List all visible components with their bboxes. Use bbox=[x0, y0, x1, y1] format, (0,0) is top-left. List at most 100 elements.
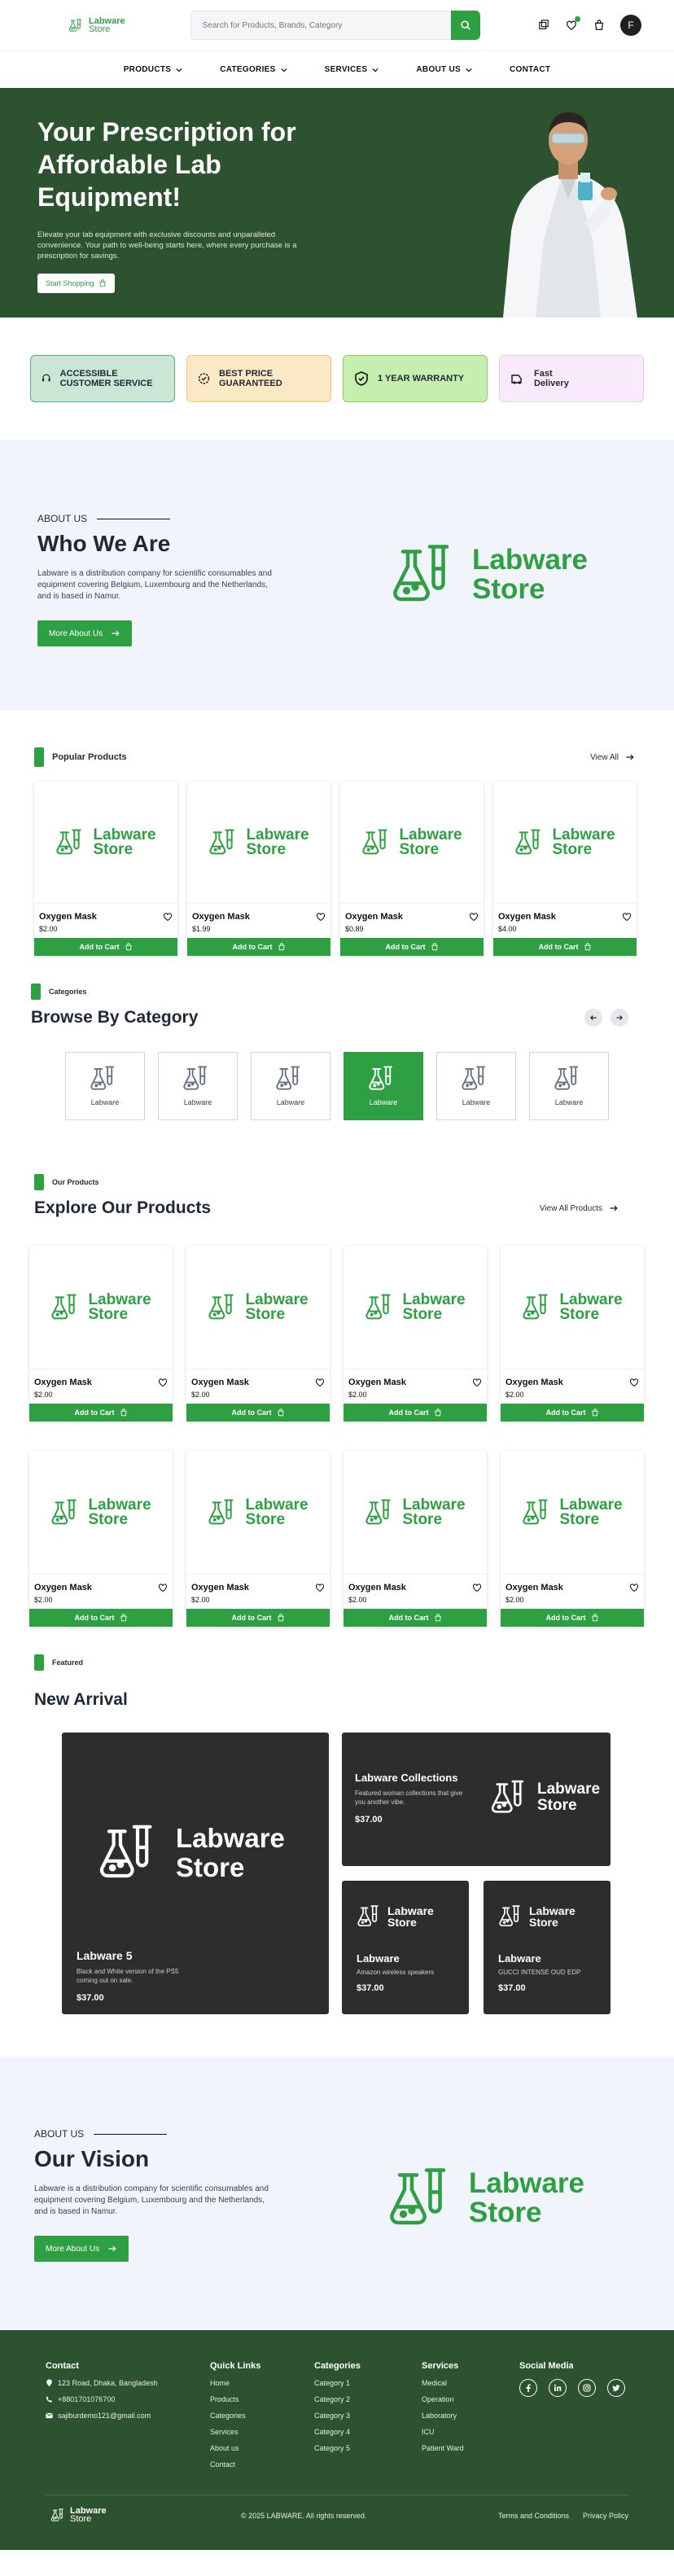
vision-more-button[interactable]: More About Us bbox=[34, 2236, 129, 2262]
product-card[interactable]: Labware Store Oxygen Mask $2.00 Add to Cart bbox=[186, 1451, 330, 1627]
product-card[interactable]: Labware Store Oxygen Mask $0.89 Add to Cart bbox=[340, 782, 484, 956]
nav-services[interactable]: SERVICES bbox=[325, 65, 379, 74]
add-to-cart-button[interactable]: Add to Cart bbox=[186, 1609, 330, 1627]
product-card[interactable]: Labware Store Oxygen Mask $2.00 Add to Cart bbox=[29, 1451, 173, 1627]
heart-icon[interactable] bbox=[158, 1583, 168, 1592]
add-to-cart-button[interactable]: Add to Cart bbox=[187, 938, 330, 956]
footer-category-link[interactable]: Category 2 bbox=[314, 2395, 361, 2403]
product-card[interactable]: Labware Store Oxygen Mask $2.00 Add to Cart bbox=[34, 782, 177, 956]
product-image[interactable]: Labware Store bbox=[29, 1246, 173, 1369]
heart-icon[interactable] bbox=[315, 1583, 325, 1592]
prev-arrow-button[interactable] bbox=[584, 1009, 602, 1027]
heart-icon[interactable] bbox=[472, 1378, 482, 1387]
heart-icon[interactable] bbox=[315, 1378, 325, 1387]
search-button[interactable] bbox=[451, 11, 480, 40]
product-card[interactable]: Labware Store Oxygen Mask $4.00 Add to Cart bbox=[493, 782, 637, 956]
product-name[interactable]: Oxygen Mask bbox=[505, 1378, 563, 1387]
brand-logo[interactable]: Labware Store bbox=[68, 17, 125, 34]
twitter-icon[interactable] bbox=[607, 2379, 625, 2397]
product-name[interactable]: Oxygen Mask bbox=[191, 1583, 249, 1592]
category-item[interactable]: Labware bbox=[65, 1052, 145, 1120]
product-name[interactable]: Oxygen Mask bbox=[191, 1378, 249, 1387]
product-image[interactable]: Labware Store bbox=[501, 1246, 644, 1369]
heart-icon[interactable] bbox=[629, 1583, 639, 1592]
product-card[interactable]: Labware Store Oxygen Mask $2.00 Add to Cart bbox=[344, 1451, 487, 1627]
footer-email[interactable]: sajiburdemo121@gmail.com bbox=[58, 2412, 151, 2420]
add-to-cart-button[interactable]: Add to Cart bbox=[501, 1609, 644, 1627]
footer-service-link[interactable]: Laboratory bbox=[422, 2412, 464, 2420]
cart-icon[interactable] bbox=[593, 19, 606, 32]
search-input[interactable] bbox=[190, 11, 451, 40]
small-card-2[interactable]: Labware Store Labware GUCCI INTENSE OUD E… bbox=[484, 1881, 611, 2014]
footer-quick-link[interactable]: Home bbox=[210, 2379, 260, 2387]
product-card[interactable]: Labware Store Oxygen Mask $2.00 Add to Cart bbox=[501, 1246, 644, 1422]
product-card[interactable]: Labware Store Oxygen Mask $1.99 Add to Cart bbox=[187, 782, 330, 956]
product-image[interactable]: Labware Store bbox=[501, 1451, 644, 1575]
footer-category-link[interactable]: Category 4 bbox=[314, 2428, 361, 2436]
footer-category-link[interactable]: Category 3 bbox=[314, 2412, 361, 2420]
next-arrow-button[interactable] bbox=[611, 1009, 628, 1027]
add-to-cart-button[interactable]: Add to Cart bbox=[29, 1609, 173, 1627]
footer-category-link[interactable]: Category 5 bbox=[314, 2444, 361, 2452]
facebook-icon[interactable] bbox=[519, 2379, 537, 2397]
instagram-icon[interactable] bbox=[578, 2379, 596, 2397]
add-to-cart-button[interactable]: Add to Cart bbox=[344, 1609, 487, 1627]
privacy-link[interactable]: Privacy Policy bbox=[583, 2512, 628, 2520]
footer-service-link[interactable]: Medical bbox=[422, 2379, 464, 2387]
product-name[interactable]: Oxygen Mask bbox=[348, 1378, 406, 1387]
small-card-1[interactable]: Labware Store Labware Amazon wireless spe… bbox=[342, 1881, 469, 2014]
heart-icon[interactable] bbox=[469, 912, 479, 922]
heart-icon[interactable] bbox=[629, 1378, 639, 1387]
product-name[interactable]: Oxygen Mask bbox=[498, 912, 556, 922]
start-shopping-button[interactable]: Start Shopping bbox=[37, 274, 115, 293]
view-all-link[interactable]: View All bbox=[590, 752, 635, 762]
category-item[interactable]: Labware bbox=[344, 1052, 423, 1120]
product-name[interactable]: Oxygen Mask bbox=[34, 1583, 92, 1592]
add-to-cart-button[interactable]: Add to Cart bbox=[29, 1404, 173, 1422]
wishlist-heart-icon[interactable] bbox=[565, 16, 580, 32]
footer-service-link[interactable]: ICU bbox=[422, 2428, 464, 2436]
product-image[interactable]: Labware Store bbox=[344, 1246, 487, 1369]
footer-quick-link[interactable]: Categories bbox=[210, 2412, 260, 2420]
heart-icon[interactable] bbox=[472, 1583, 482, 1592]
compare-icon[interactable] bbox=[537, 19, 550, 32]
product-name[interactable]: Oxygen Mask bbox=[348, 1583, 406, 1592]
footer-quick-link[interactable]: About us bbox=[210, 2444, 260, 2452]
product-name[interactable]: Oxygen Mask bbox=[505, 1583, 563, 1592]
category-item[interactable]: Labware bbox=[158, 1052, 238, 1120]
footer-service-link[interactable]: Operation bbox=[422, 2395, 464, 2403]
heart-icon[interactable] bbox=[622, 912, 632, 922]
footer-service-link[interactable]: Patient Ward bbox=[422, 2444, 464, 2452]
nav-about-us[interactable]: ABOUT US bbox=[416, 65, 472, 74]
product-image[interactable]: Labware Store bbox=[29, 1451, 173, 1575]
more-about-button[interactable]: More About Us bbox=[37, 620, 133, 646]
product-name[interactable]: Oxygen Mask bbox=[345, 912, 403, 922]
product-image[interactable]: Labware Store bbox=[187, 782, 330, 904]
product-name[interactable]: Oxygen Mask bbox=[192, 912, 250, 922]
product-card[interactable]: Labware Store Oxygen Mask $2.00 Add to Cart bbox=[344, 1246, 487, 1422]
product-image[interactable]: Labware Store bbox=[186, 1451, 330, 1575]
view-all-products-link[interactable]: View All Products bbox=[540, 1203, 619, 1213]
nav-contact[interactable]: CONTACT bbox=[510, 65, 550, 74]
category-item[interactable]: Labware bbox=[436, 1052, 516, 1120]
add-to-cart-button[interactable]: Add to Cart bbox=[344, 1404, 487, 1422]
product-card[interactable]: Labware Store Oxygen Mask $2.00 Add to Cart bbox=[29, 1246, 173, 1422]
featured-big-card[interactable]: Labware Store Labware 5 Black and White v… bbox=[62, 1733, 329, 2014]
add-to-cart-button[interactable]: Add to Cart bbox=[493, 938, 637, 956]
product-image[interactable]: Labware Store bbox=[344, 1451, 487, 1575]
terms-link[interactable]: Terms and Conditions bbox=[498, 2512, 569, 2520]
product-name[interactable]: Oxygen Mask bbox=[39, 912, 97, 922]
add-to-cart-button[interactable]: Add to Cart bbox=[501, 1404, 644, 1422]
heart-icon[interactable] bbox=[163, 912, 173, 922]
heart-icon[interactable] bbox=[158, 1378, 168, 1387]
user-avatar[interactable]: F bbox=[620, 15, 641, 36]
product-card[interactable]: Labware Store Oxygen Mask $2.00 Add to Cart bbox=[186, 1246, 330, 1422]
product-image[interactable]: Labware Store bbox=[340, 782, 484, 904]
add-to-cart-button[interactable]: Add to Cart bbox=[340, 938, 484, 956]
product-card[interactable]: Labware Store Oxygen Mask $2.00 Add to Cart bbox=[501, 1451, 644, 1627]
footer-quick-link[interactable]: Products bbox=[210, 2395, 260, 2403]
product-name[interactable]: Oxygen Mask bbox=[34, 1378, 92, 1387]
add-to-cart-button[interactable]: Add to Cart bbox=[34, 938, 177, 956]
add-to-cart-button[interactable]: Add to Cart bbox=[186, 1404, 330, 1422]
footer-quick-link[interactable]: Services bbox=[210, 2428, 260, 2436]
